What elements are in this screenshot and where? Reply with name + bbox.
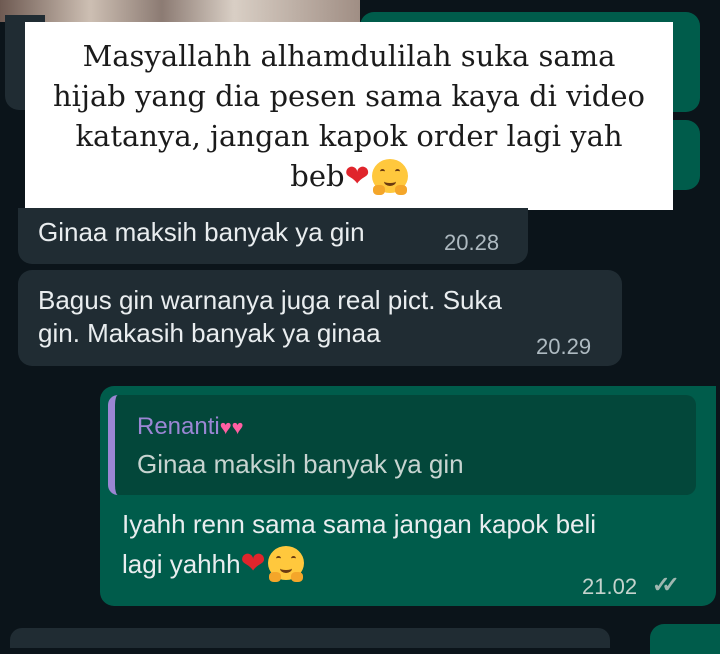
hugging-face-emoji-icon xyxy=(267,546,304,582)
message-text-line: Bagus gin warnanya juga real pict. Suka xyxy=(38,285,502,315)
caption-line: katanya, jangan kapok order lagi yah xyxy=(75,118,623,153)
quoted-message[interactable]: Renanti♥♥ Ginaa maksih banyak ya gin xyxy=(108,395,696,495)
heart-emoji-icon: ❤ xyxy=(344,158,370,194)
reply-text-line: Iyahh renn sama sama jangan kapok beli xyxy=(122,509,597,539)
caption-line: Masyallahh alhamdulilah suka sama xyxy=(82,38,616,73)
incoming-message-bubble[interactable]: Bagus gin warnanya juga real pict. Suka … xyxy=(18,270,622,366)
hugging-face-emoji-icon xyxy=(371,158,408,195)
message-time: 20.28 xyxy=(444,230,500,255)
two-hearts-icon: ♥♥ xyxy=(219,417,244,439)
double-check-icon: ✓✓ xyxy=(652,572,680,597)
photo-thumbnail[interactable] xyxy=(0,0,360,22)
heart-emoji-icon: ❤ xyxy=(240,547,266,580)
outgoing-message-bubble-partial xyxy=(650,624,720,654)
incoming-message-bubble-partial xyxy=(10,628,610,648)
caption-line: beb xyxy=(290,158,345,193)
message-text: Ginaa maksih banyak ya gin xyxy=(38,217,365,247)
caption-line: hijab yang dia pesen sama kaya di video xyxy=(53,78,645,113)
incoming-message-bubble[interactable]: Ginaa maksih banyak ya gin 20.28 xyxy=(18,208,528,264)
quoted-sender-name: Renanti♥♥ xyxy=(137,413,244,440)
quoted-text: Ginaa maksih banyak ya gin xyxy=(137,449,464,479)
message-text-line: gin. Makasih banyak ya ginaa xyxy=(38,318,381,348)
reply-time: 21.02 xyxy=(582,574,638,599)
message-time: 20.29 xyxy=(536,334,592,359)
reply-text-line: lagi yahhh xyxy=(122,549,241,579)
review-caption: Masyallahh alhamdulilah suka sama hijab … xyxy=(25,22,673,210)
reply-line-2: lagi yahhh❤ xyxy=(122,546,304,582)
